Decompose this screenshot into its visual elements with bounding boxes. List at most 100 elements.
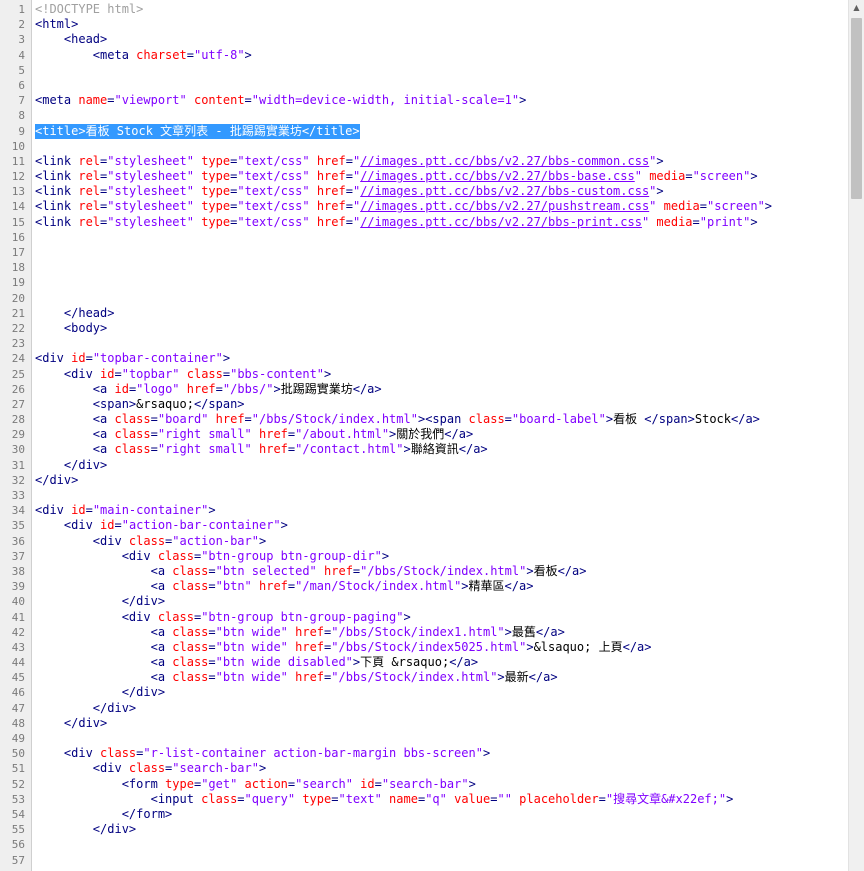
code-token: = xyxy=(208,579,216,594)
code-token: 最舊 xyxy=(511,624,536,639)
code-line[interactable]: 49 xyxy=(0,731,849,746)
code-line[interactable]: 34 <div id="main-container"> xyxy=(0,503,849,518)
code-line[interactable]: 33 xyxy=(0,488,849,503)
code-token: 看板 xyxy=(613,412,645,427)
code-token: <title>看板 Stock 文章列表 - 批踢踢實業坊</title> xyxy=(35,123,360,138)
code-line[interactable]: 20 xyxy=(0,291,849,306)
code-line[interactable]: 54 </form> xyxy=(0,807,849,822)
code-line[interactable]: 55 </div> xyxy=(0,822,849,837)
code-line[interactable]: 51 <div class="search-bar"> xyxy=(0,761,849,776)
code-token: <a xyxy=(150,639,173,654)
code-token: "text/css" xyxy=(237,153,310,168)
code-line[interactable]: 17 xyxy=(0,245,849,260)
code-line[interactable]: 43 <a class="btn wide" href="/bbs/Stock/… xyxy=(0,640,849,655)
code-line[interactable]: 15 <link rel = "stylesheet" type = "text/css"… xyxy=(0,215,849,230)
code-token: rel xyxy=(78,184,101,199)
code-text: <a class="btn wide" href="/bbs/Stock/ind… xyxy=(35,670,558,685)
code-line[interactable]: 56 xyxy=(0,837,849,852)
code-token: = xyxy=(150,442,158,457)
code-line[interactable]: 32 </div> xyxy=(0,473,849,488)
code-line[interactable]: 7 <meta name="viewport" content="width=de… xyxy=(0,93,849,108)
code-line[interactable]: 44 <a class="btn wide disabled">下頁 &rsaq… xyxy=(0,655,849,670)
code-line[interactable]: 27 <span>&rsaquo;</span> xyxy=(0,397,849,412)
code-line[interactable]: 45 <a class="btn wide" href="/bbs/Stock/… xyxy=(0,670,849,685)
code-token: > xyxy=(497,670,505,685)
code-line[interactable]: 40 </div> xyxy=(0,594,849,609)
code-token: media xyxy=(641,169,686,184)
code-line[interactable]: 12 <link rel = "stylesheet" type = "text/css"… xyxy=(0,169,849,184)
vertical-scrollbar[interactable]: ▲ xyxy=(848,0,864,871)
code-token: " xyxy=(634,169,642,184)
line-number: 56 xyxy=(11,838,25,852)
code-token: //images.ptt.cc/bbs/v2.27/pushstream.css xyxy=(360,199,650,214)
code-token: = xyxy=(208,624,216,639)
code-line[interactable]: 41 <div class="btn-group btn-group-pagin… xyxy=(0,610,849,625)
code-token: href xyxy=(309,169,346,184)
code-token: class xyxy=(172,563,209,578)
code-token: > xyxy=(468,776,476,791)
code-line[interactable]: 46 </div> xyxy=(0,685,849,700)
code-line[interactable]: 30 <a class="right small" href="/contact… xyxy=(0,442,849,457)
source-viewer[interactable]: 1 <!DOCTYPE html> 2 <html> 3 <head> 4 <meta c… xyxy=(0,0,864,871)
code-text: <div class="r-list-container action-bar-… xyxy=(35,746,490,761)
code-token: value xyxy=(446,791,491,806)
code-line[interactable]: 13 <link rel="stylesheet" type="text/css"… xyxy=(0,184,849,199)
code-token: class xyxy=(172,655,209,670)
code-line[interactable]: 22 <body> xyxy=(0,321,849,336)
code-token: "action-bar-container" xyxy=(121,518,281,533)
scrollbar-thumb[interactable] xyxy=(851,18,862,199)
code-line[interactable]: 26 <a id="logo" href="/bbs/">批踢踢實業坊</a> xyxy=(0,382,849,397)
code-area[interactable]: 1 <!DOCTYPE html> 2 <html> 3 <head> 4 <meta c… xyxy=(0,2,849,868)
code-line[interactable]: 2 <html> xyxy=(0,17,849,32)
scroll-up-arrow-icon[interactable]: ▲ xyxy=(849,0,864,16)
code-token: <div xyxy=(63,746,101,761)
code-text: <meta charset="utf-8"> xyxy=(35,48,252,63)
code-token: <link xyxy=(35,153,79,168)
line-number: 23 xyxy=(11,337,25,351)
code-line[interactable]: 5 xyxy=(0,63,849,78)
code-token: = xyxy=(345,214,353,229)
code-line[interactable]: 9 <title>看板 Stock 文章列表 - 批踢踢實業坊</title> xyxy=(0,123,849,139)
code-line[interactable]: 36 <div class="action-bar"> xyxy=(0,534,849,549)
code-line[interactable]: 24 <div id="topbar-container"> xyxy=(0,351,849,366)
code-line[interactable]: 14 <link rel = "stylesheet" type = "text/css"… xyxy=(0,199,849,214)
code-line[interactable]: 4 <meta charset="utf-8"> xyxy=(0,48,849,63)
code-token: > xyxy=(258,761,267,776)
code-token: </a> xyxy=(557,563,587,578)
code-line[interactable]: 21 </head> xyxy=(0,306,849,321)
code-line[interactable]: 48 </div> xyxy=(0,716,849,731)
code-line[interactable]: 1 <!DOCTYPE html> xyxy=(0,2,849,17)
code-line[interactable]: 53 <input class="query" type="text" name… xyxy=(0,792,849,807)
code-line[interactable]: 3 <head> xyxy=(0,32,849,47)
code-line[interactable]: 37 <div class="btn-group btn-group-dir"> xyxy=(0,549,849,564)
code-line[interactable]: 39 <a class="btn" href="/man/Stock/index… xyxy=(0,579,849,594)
code-line[interactable]: 18 xyxy=(0,260,849,275)
code-line[interactable]: 52 <form type="get" action="search" id="… xyxy=(0,777,849,792)
code-token: "text" xyxy=(338,791,382,806)
code-line[interactable]: 57 xyxy=(0,853,849,868)
code-line[interactable]: 11 <link rel="stylesheet" type="text/css"… xyxy=(0,154,849,169)
code-token: <div xyxy=(121,609,158,624)
code-token: = xyxy=(345,199,353,214)
code-token: > xyxy=(208,503,216,518)
code-line[interactable]: 16 xyxy=(0,230,849,245)
code-token: <form xyxy=(121,776,166,791)
code-line[interactable]: 23 xyxy=(0,336,849,351)
code-line[interactable]: 50 <div class="r-list-container action-b… xyxy=(0,746,849,761)
code-line[interactable]: 47 </div> xyxy=(0,701,849,716)
code-line[interactable]: 35 <div id="action-bar-container"> xyxy=(0,518,849,533)
code-line[interactable]: 28 <a class="board" href="/bbs/Stock/ind… xyxy=(0,412,849,427)
code-line[interactable]: 38 <a class="btn selected" href="/bbs/St… xyxy=(0,564,849,579)
code-line[interactable]: 6 xyxy=(0,78,849,93)
code-line[interactable]: 19 xyxy=(0,275,849,290)
code-token: id xyxy=(114,381,129,396)
code-line[interactable]: 42 <a class="btn wide" href="/bbs/Stock/… xyxy=(0,625,849,640)
code-token: placeholder xyxy=(511,791,599,806)
code-line[interactable]: 25 <div id="topbar" class="bbs-content"> xyxy=(0,367,849,382)
code-line[interactable]: 10 xyxy=(0,139,849,154)
code-token: name xyxy=(78,93,108,108)
code-line[interactable]: 8 xyxy=(0,108,849,123)
code-line[interactable]: 29 <a class="right small" href="/about.h… xyxy=(0,427,849,442)
code-line[interactable]: 31 </div> xyxy=(0,458,849,473)
